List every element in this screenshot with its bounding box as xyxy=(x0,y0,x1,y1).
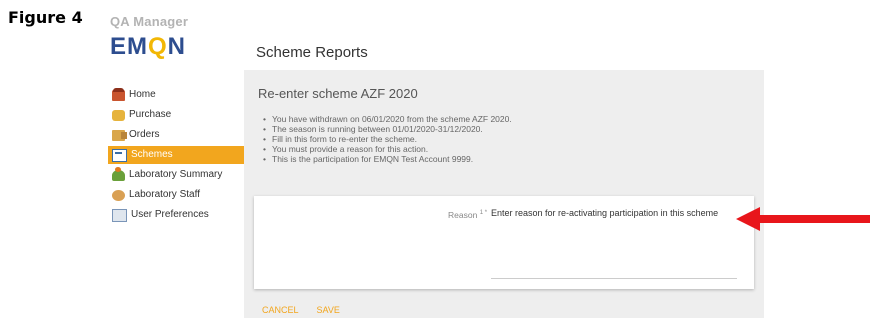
laboratory-staff-icon xyxy=(112,189,125,201)
info-item: This is the participation for EMQN Test … xyxy=(258,154,512,164)
orders-icon xyxy=(112,129,127,141)
sidebar-item-label: Home xyxy=(129,89,156,100)
user-preferences-icon xyxy=(112,208,127,222)
info-item: You must provide a reason for this actio… xyxy=(258,144,512,154)
sidebar-item-label: Laboratory Staff xyxy=(129,189,200,200)
info-list: You have withdrawn on 06/01/2020 from th… xyxy=(258,114,512,164)
sidebar-item-label: User Preferences xyxy=(131,209,209,220)
emqn-logo[interactable]: EMQN xyxy=(110,33,186,61)
reason-form-card: Reason 1 * xyxy=(254,196,754,289)
reason-label: Reason 1 * xyxy=(448,210,487,220)
sidebar-item-label: Laboratory Summary xyxy=(129,169,223,180)
logo-text-q: Q xyxy=(148,33,168,60)
app-header: QA Manager EMQN Scheme Reports xyxy=(108,0,748,70)
content-title: Re-enter scheme AZF 2020 xyxy=(258,86,418,101)
sidebar-item-label: Schemes xyxy=(131,149,173,160)
info-item: Fill in this form to re-enter the scheme… xyxy=(258,134,512,144)
page-heading: Scheme Reports xyxy=(256,44,368,61)
sidebar-item-home[interactable]: Home xyxy=(108,86,244,104)
info-item: The season is running between 01/01/2020… xyxy=(258,124,512,134)
sidebar: Home Purchase Orders Schemes Laboratory … xyxy=(108,86,244,226)
sidebar-item-label: Orders xyxy=(129,129,160,140)
logo-text-em: EM xyxy=(110,33,148,60)
reason-input[interactable] xyxy=(491,206,737,279)
main-content: Re-enter scheme AZF 2020 You have withdr… xyxy=(244,70,764,318)
sidebar-item-laboratory-staff[interactable]: Laboratory Staff xyxy=(108,186,244,204)
logo-text-n: N xyxy=(167,33,187,60)
sidebar-item-laboratory-summary[interactable]: Laboratory Summary xyxy=(108,166,244,184)
sidebar-item-orders[interactable]: Orders xyxy=(108,126,244,144)
laboratory-summary-icon xyxy=(112,166,125,181)
form-actions: CANCEL SAVE xyxy=(262,305,358,315)
schemes-icon xyxy=(112,148,127,162)
sidebar-item-label: Purchase xyxy=(129,109,172,120)
reason-label-text: Reason xyxy=(448,210,478,220)
figure-label: Figure 4 xyxy=(8,8,83,27)
home-icon xyxy=(112,87,125,101)
purchase-icon xyxy=(112,109,125,121)
required-marker: 1 * xyxy=(479,210,488,216)
product-title: QA Manager xyxy=(110,14,189,29)
info-item: You have withdrawn on 06/01/2020 from th… xyxy=(258,114,512,124)
save-button[interactable]: SAVE xyxy=(317,305,340,315)
sidebar-item-user-preferences[interactable]: User Preferences xyxy=(108,206,244,224)
red-arrow-annotation xyxy=(736,207,870,231)
sidebar-item-purchase[interactable]: Purchase xyxy=(108,106,244,124)
sidebar-item-schemes[interactable]: Schemes xyxy=(108,146,244,164)
cancel-button[interactable]: CANCEL xyxy=(262,305,299,315)
